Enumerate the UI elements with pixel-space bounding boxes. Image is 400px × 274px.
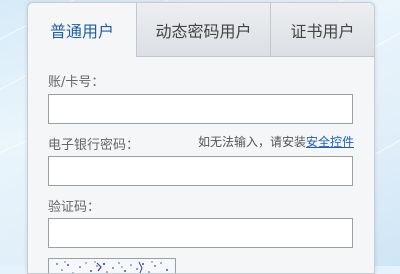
password-hint-text: 如无法输入，请安装 <box>197 135 306 149</box>
tab-dynamic-password-user[interactable]: 动态密码用户 <box>136 3 270 57</box>
login-tabs: 普通用户 动态密码用户 证书用户 <box>28 3 374 58</box>
password-label: 电子银行密码： <box>48 138 140 153</box>
tab-certificate-user[interactable]: 证书用户 <box>270 3 374 57</box>
password-hint: 如无法输入，请安装安全控件 <box>198 133 354 150</box>
install-security-control-link[interactable]: 安全控件 <box>306 135 354 149</box>
captcha-noise-graphic <box>49 259 175 273</box>
login-panel: 普通用户 动态密码用户 证书用户 账/卡号： 电子银行密码： 如无法输入，请安装… <box>27 2 375 274</box>
captcha-input[interactable] <box>48 218 353 248</box>
account-label: 账/卡号： <box>48 75 105 90</box>
account-input[interactable] <box>48 94 353 124</box>
tab-regular-user[interactable]: 普通用户 <box>28 3 136 57</box>
captcha-label: 验证码： <box>48 200 101 215</box>
password-input[interactable] <box>48 156 353 186</box>
captcha-image[interactable] <box>48 258 176 273</box>
